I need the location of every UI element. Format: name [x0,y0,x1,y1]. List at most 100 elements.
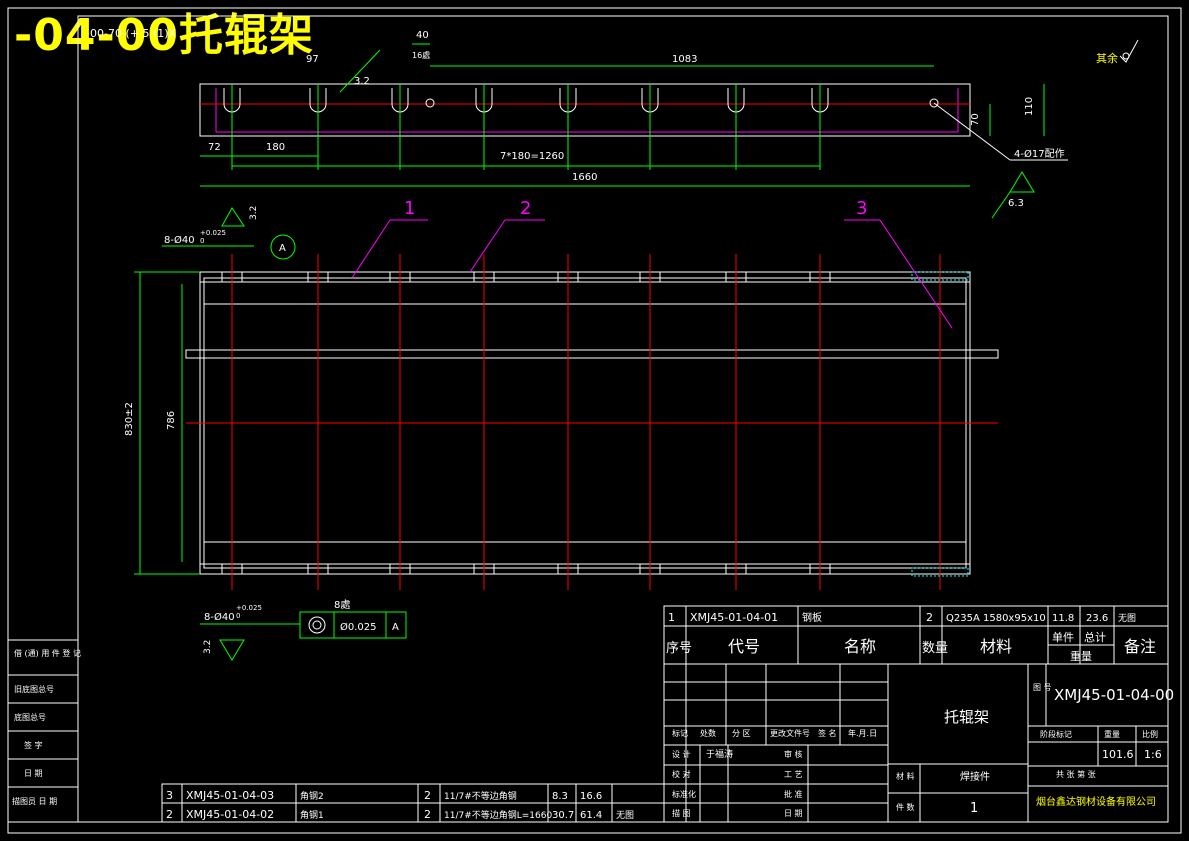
tb-stage-0: 阶段标记 [1040,729,1072,739]
bom2-c0: 2 [166,808,173,821]
ls-label-2: 底图总号 [14,712,46,722]
tb-qty-label: 件 数 [896,802,915,812]
holes-bottom: 8-Ø40 [204,611,235,623]
bom2-c3: 2 [424,808,431,821]
tb-role-check: 校 对 [672,769,691,779]
tb-scale: 1:6 [1144,748,1162,761]
bom3-c6: 16.6 [580,791,602,802]
bom1-c4: Q235A 1580x95x10 [946,613,1046,624]
main-view: 1 2 3 830±2 786 8-Ø40 +0.025 0 3.2 A 8-Ø… [124,198,999,661]
datum-top: A [279,243,286,254]
dim-3-2: 3.2 [354,76,370,87]
roughness-note: 其余 [1096,51,1118,65]
ls-label-3: 签 字 [24,740,43,750]
dim-786: 786 [166,411,177,430]
bom3-c5: 8.3 [552,791,568,802]
cross-bar [185,349,999,359]
roughness-63: 6.3 [1008,198,1024,209]
roughness-bottom: 3.2 [203,640,213,654]
bom3-c3: 2 [424,789,431,802]
bom3-c4: 11/7#不等边角钢 [444,790,517,802]
tb-sheets: 共 张 第 张 [1056,769,1096,779]
bom2-c6: 61.4 [580,810,602,821]
dim-72: 72 [208,142,221,153]
tb-role-trace: 描 图 [672,808,691,818]
dim-70: 70 [970,113,981,126]
tb-role-date: 日 期 [784,809,803,818]
bom3-c0: 3 [166,789,173,802]
dim-16: 16處 [412,50,430,60]
dim-110: 110 [1024,97,1035,116]
mount-hole-left [425,98,435,108]
dim-1660: 1660 [572,172,597,183]
bom1-c6: 23.6 [1086,613,1108,624]
tb-part-name: 托辊架 [944,708,989,726]
tb-material-label: 材 料 [896,771,915,781]
bom-header-7: 备注 [1124,637,1156,656]
title-block: 托辊架 图 号 XMJ45-01-04-00 标记 处数 分 区 更改文件号 签… [663,663,1174,823]
ls-label-4: 日 期 [24,769,43,778]
tb-role-process: 工 艺 [784,770,803,779]
balloon-3-leader [879,219,953,329]
balloon-3: 3 [856,198,867,219]
bom-weight-label: 重量 [1070,649,1092,663]
balloon-2: 2 [520,198,531,219]
roughness-triangle-top [221,207,245,227]
tb-role-design: 设 计 [672,749,691,759]
plate-outline [199,83,971,137]
tb-change-2: 分 区 [732,729,751,738]
dim-7x180: 7*180=1260 [500,151,564,162]
dim-40: 40 [416,30,429,41]
holes-note: 4-Ø17配作 [1014,148,1065,160]
ls-label-5: 描图员 日 期 [12,796,57,806]
tb-role-review: 审 核 [784,749,803,759]
position-icon-inner [312,620,322,630]
bom1-c5: 11.8 [1052,613,1074,624]
tb-change-5: 年.月.日 [848,728,877,738]
ls-label-1: 旧底图总号 [14,684,54,694]
bom2-c1: XMJ45-01-04-02 [186,808,274,821]
tb-material-value: 焊接件 [960,770,990,783]
bom-header-2: 名称 [844,637,876,656]
ls-label-0: 借 (通) 用 件 登 记 [14,648,81,658]
tb-change-0: 标记 [672,728,688,738]
roughness-symbol [1119,39,1139,63]
left-strip: 借 (通) 用 件 登 记 旧底图总号 底图总号 签 字 日 期 描图员 日 期 [7,639,81,823]
count-8: 8處 [334,598,350,611]
tb-stage-2: 比例 [1142,729,1158,739]
holes-bottom-tol2: 0 [236,612,240,620]
bom1-c7: 无图 [1118,613,1136,624]
bom-bottom: 3 XMJ45-01-04-03 角钢2 2 11/7#不等边角钢 8.3 16… [161,783,665,823]
bom-header-6: 总计 [1084,630,1106,644]
drawing-sheet: 00-70 (+ 5 (1)X 其余 1083 40 16處 97 3.2 11… [7,7,1182,834]
dim-97: 97 [306,54,319,65]
tb-change-1: 处数 [700,728,716,738]
tb-stage-1: 重量 [1104,729,1120,739]
position-icon [308,616,326,634]
bom2-c7: 无图 [616,810,634,821]
ghost-drawing-number: 00-70 (+ 5 (1)X [90,27,177,40]
holes-top-tol: +0.025 [200,229,226,237]
tb-role-approve: 批 准 [784,789,803,799]
bom-header-0: 序号 [666,641,692,656]
bom3-c2: 角钢2 [300,790,324,802]
tb-code-label: 图 号 [1033,683,1052,692]
roughness-triangle-63 [1009,171,1035,193]
roughness-triangle-bottom [219,639,245,661]
tb-drawing-no: XMJ45-01-04-00 [1054,686,1174,704]
fcf-tolerance: Ø0.025 [340,621,377,633]
bom-header-5: 单件 [1052,631,1074,644]
bom1-c3: 2 [926,611,933,624]
bom-top: 1 XMJ45-01-04-01 钢板 2 Q235A 1580x95x10 1… [663,605,1169,665]
balloon-1: 1 [404,198,415,219]
balloon-2-leader [469,219,506,273]
holes-top: 8-Ø40 [164,234,195,246]
bom-header-1: 代号 [728,637,760,656]
dim-1083: 1083 [672,54,697,65]
tb-weight: 101.6 [1102,748,1134,761]
dim-830: 830±2 [124,402,135,436]
tb-change-3: 更改文件号 [770,728,810,738]
holes-bottom-tol: +0.025 [236,604,262,612]
tb-company: 烟台鑫达钢材设备有限公司 [1036,795,1156,808]
balloon-1-leader [351,219,391,279]
